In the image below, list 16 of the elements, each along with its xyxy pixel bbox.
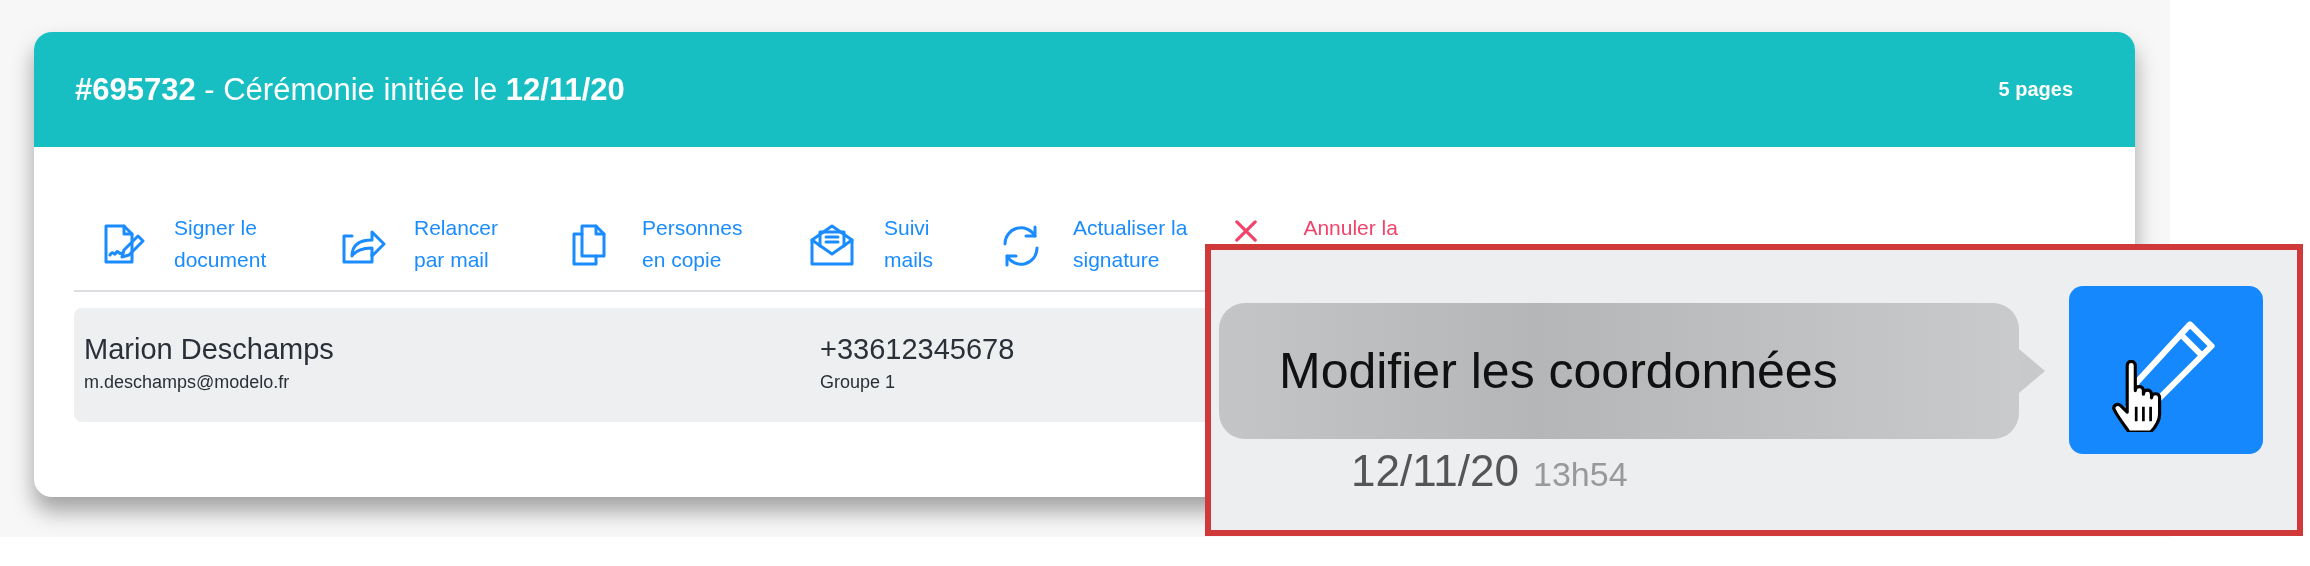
action-link[interactable]: Personnes en copie <box>542 212 784 290</box>
date-text: 12/11/20 <box>1351 446 1519 496</box>
action-link[interactable]: Suivi mails <box>784 212 973 290</box>
page-count: 5 pages <box>1998 78 2073 101</box>
action-link[interactable]: Actualiser la signature <box>973 212 1188 290</box>
action-link[interactable]: Relancer par mail <box>314 212 542 290</box>
ceremony-title: #695732 - Cérémonie initiée le 12/11/20 <box>75 71 625 108</box>
signer-name: Marion Deschamps <box>84 332 335 366</box>
signer-phone: +33612345678 <box>820 332 1016 366</box>
time-text: 13h54 <box>1533 455 1628 494</box>
action-link[interactable]: Signer le document <box>74 212 314 290</box>
tooltip-arrow <box>2019 349 2045 393</box>
cancel-link[interactable]: Annuler la <box>1235 214 1398 242</box>
signer-email: m.deschamps@modelo.fr <box>84 372 291 393</box>
edit-button[interactable] <box>2069 286 2263 454</box>
close-icon <box>1235 220 1258 242</box>
